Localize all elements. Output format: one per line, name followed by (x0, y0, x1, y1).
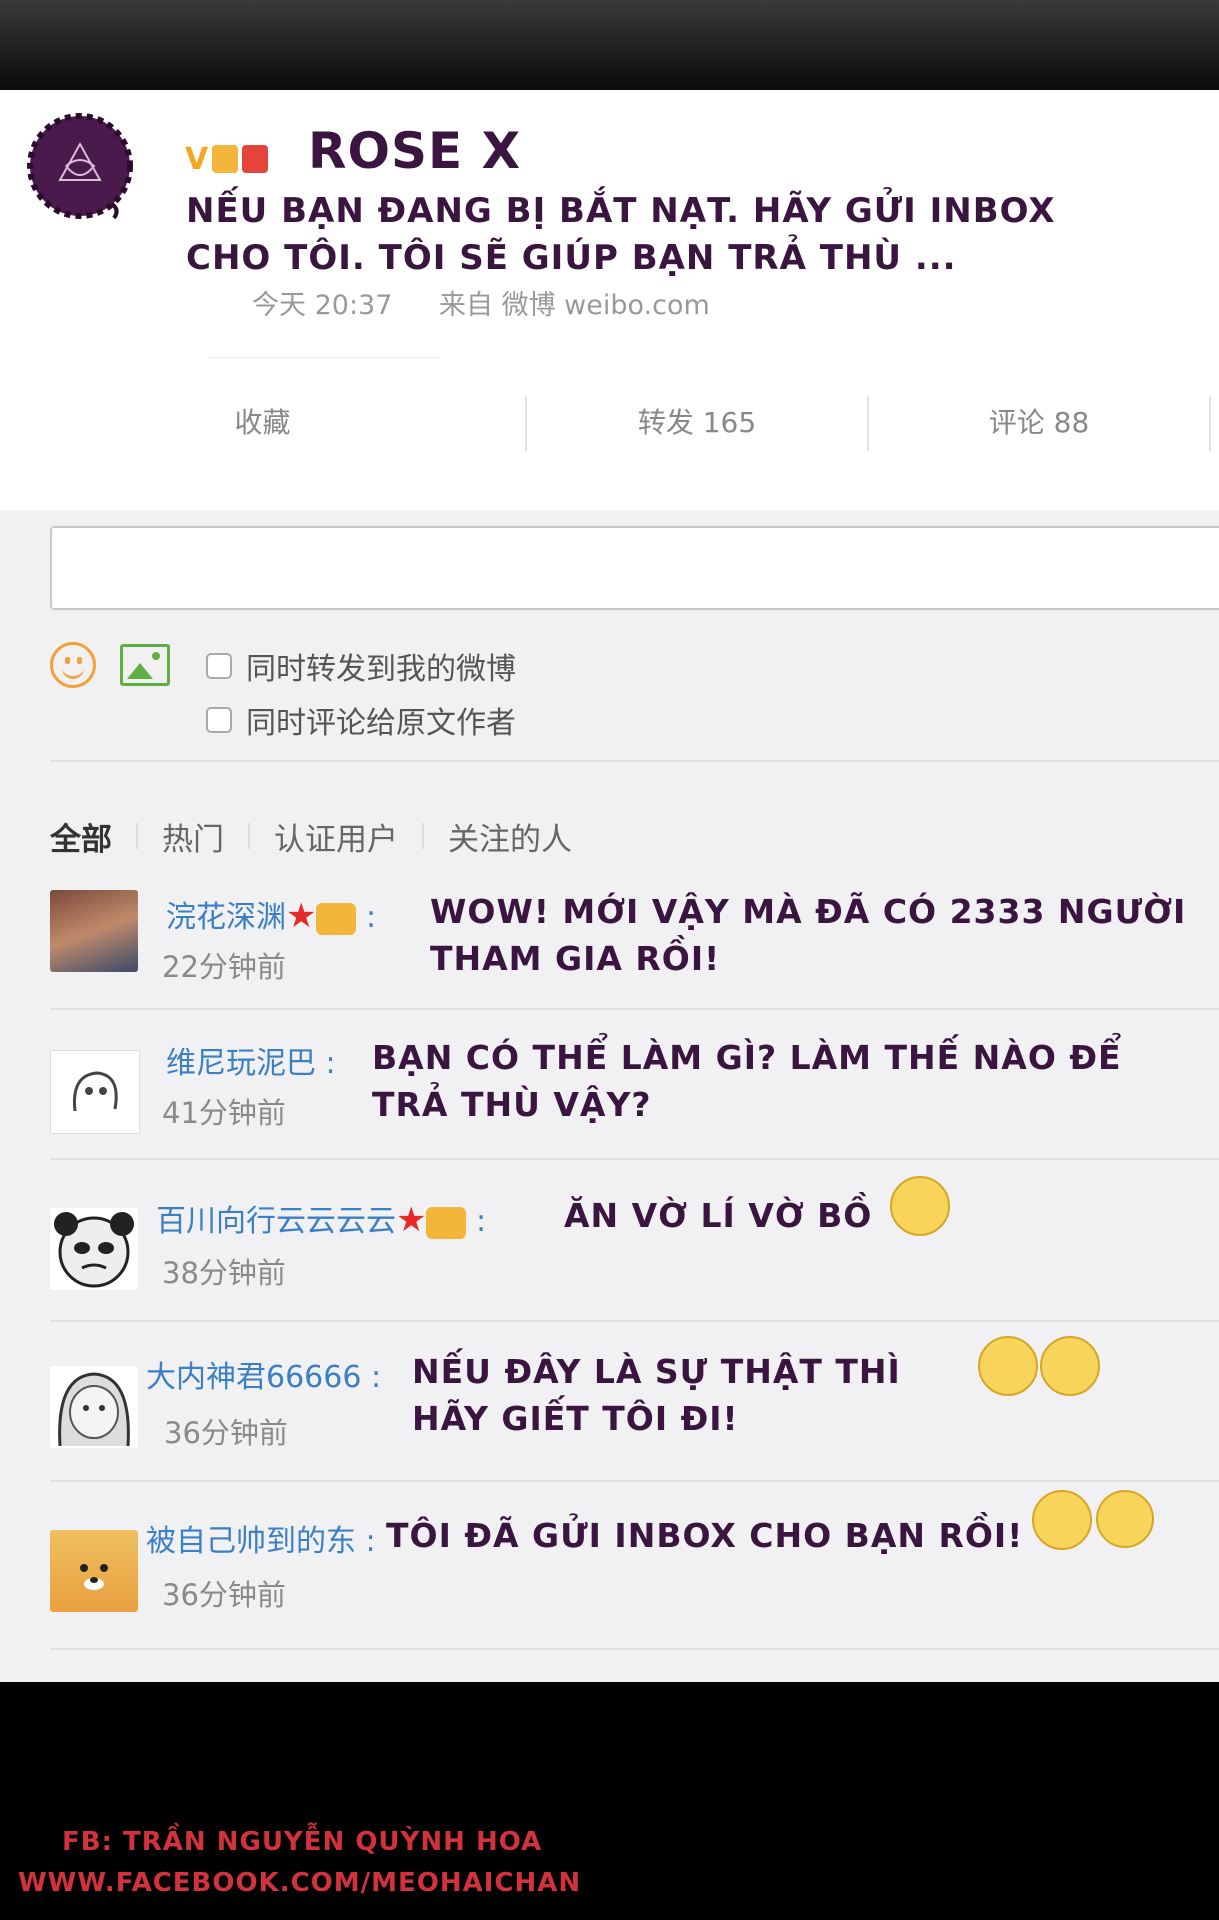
post-time[interactable]: 今天 20:37 (252, 290, 392, 321)
post-source[interactable]: 来自 微博 weibo.com (439, 290, 710, 321)
tab-verified[interactable]: 认证用户 (274, 814, 398, 859)
hooded-face-icon (58, 1372, 130, 1447)
meta-divider (210, 357, 440, 358)
emoji-icon[interactable] (50, 642, 96, 688)
star-icon: ★ (396, 1200, 427, 1240)
tab-divider (422, 823, 424, 849)
comment-time[interactable]: 36分钟前 (162, 1572, 286, 1614)
avatar[interactable] (50, 1208, 138, 1290)
comment-divider (50, 1480, 1219, 1482)
crown-icon (316, 902, 357, 935)
username-text[interactable]: 浣花深渊 (166, 900, 286, 935)
comment-item: 被自己帅到的东 : 36分钟前 TÔI ĐÃ GỬI INBOX CHO BẠN… (0, 1490, 1219, 1672)
comment-text: TÔI ĐÃ GỬI INBOX CHO BẠN RỒI! (386, 1512, 1023, 1559)
repost-checkbox-label: 同时转发到我的微博 (246, 652, 516, 687)
doge-emoji-icon (890, 1176, 950, 1236)
post-text-line1: NẾU BẠN ĐANG BỊ BẮT NẠT. HÃY GỬI INBOX (186, 191, 1056, 231)
comment-text-line1: WOW! MỚI VẬY MÀ ĐÃ CÓ 2333 NGƯỜI (430, 892, 1187, 931)
comment-text-line2: HÃY GIẾT TÔI ĐI! (412, 1399, 739, 1438)
favorite-button[interactable]: 收藏 (0, 388, 525, 458)
angry-emoji-icon (1040, 1336, 1100, 1396)
comment-time[interactable]: 36分钟前 (164, 1410, 288, 1452)
comment-text-line1: NẾU ĐÂY LÀ SỰ THẬT THÌ (412, 1352, 901, 1391)
comment-username[interactable]: 维尼玩泥巴 : (166, 1038, 336, 1082)
comment-text: ĂN VỜ LÍ VỜ BỒ (564, 1192, 872, 1239)
comment-divider (50, 1008, 1219, 1010)
level-crown-icon (212, 145, 239, 173)
comment-text: BẠN CÓ THỂ LÀM GÌ? LÀM THẾ NÀO ĐỂ TRẢ TH… (372, 1034, 1122, 1128)
facebook-url[interactable]: WWW.FACEBOOK.COM/MEOHAICHAN (18, 1868, 581, 1898)
post-actions: 收藏 转发 165 评论 88 (0, 388, 1219, 458)
comment-text-line1: TÔI ĐÃ GỬI INBOX CHO BẠN RỒI! (386, 1516, 1024, 1555)
comment-filter-tabs: 全部 热门 认证用户 关注的人 (50, 814, 572, 859)
top-dark-band (0, 0, 1219, 90)
comment-divider (50, 1648, 1219, 1650)
post-text-line2: CHO TÔI. TÔI SẼ GIÚP BẠN TRẢ THÙ ... (186, 238, 957, 278)
comment-author-checkbox[interactable] (206, 707, 232, 733)
doge-face-icon (80, 1564, 108, 1590)
repost-checkbox-row[interactable]: 同时转发到我的微博 (206, 646, 516, 687)
watermark-footer: FB: TRẦN NGUYỄN QUỲNH HOA WWW.FACEBOOK.C… (0, 1682, 1219, 1920)
facebook-credit: FB: TRẦN NGUYỄN QUỲNH HOA (62, 1827, 543, 1857)
comment-item: 百川向行云云云云★ : 38分钟前 ĂN VỜ LÍ VỜ BỒ (0, 1176, 1219, 1350)
repost-checkbox[interactable] (206, 653, 232, 679)
post-text: NẾU BẠN ĐANG BỊ BẮT NẠT. HÃY GỬI INBOX C… (186, 188, 1086, 282)
username-text[interactable]: 被自己帅到的东 (146, 1524, 356, 1559)
comment-text-line1: ĂN VỜ LÍ VỜ BỒ (564, 1196, 873, 1235)
avatar[interactable] (50, 1366, 138, 1448)
comment-username[interactable]: 大内神君66666 : (146, 1352, 381, 1396)
avatar[interactable] (50, 1530, 138, 1612)
comment-username[interactable]: 浣花深渊★ : (166, 892, 376, 936)
avatar[interactable] (50, 1050, 140, 1134)
comment-author-checkbox-label: 同时评论给原文作者 (246, 706, 516, 741)
angry-emoji-icon (978, 1336, 1038, 1396)
tab-divider (136, 823, 138, 849)
tab-hot[interactable]: 热门 (162, 814, 224, 859)
panda-face-icon (54, 1212, 134, 1288)
comment-text-line2: TRẢ THÙ VẬY? (372, 1085, 652, 1124)
crown-icon (426, 1206, 467, 1239)
comment-time[interactable]: 22分钟前 (162, 944, 286, 986)
comment-button[interactable]: 评论 88 (869, 388, 1209, 458)
sketch-face-icon (72, 1071, 118, 1112)
comment-username[interactable]: 百川向行云云云云★ : (156, 1196, 486, 1240)
comment-divider (50, 1158, 1219, 1160)
post-author[interactable]: ROSE X (308, 122, 521, 180)
section-divider (50, 760, 1219, 762)
image-icon[interactable] (120, 644, 170, 686)
comment-section: 同时转发到我的微博 同时评论给原文作者 全部 热门 认证用户 关注的人 浣花深渊… (0, 510, 1219, 1682)
comment-item: 维尼玩泥巴 : 41分钟前 BẠN CÓ THỂ LÀM GÌ? LÀM THẾ… (0, 1038, 1219, 1198)
tab-divider (248, 823, 250, 849)
smile-emoji-icon (1096, 1490, 1154, 1548)
red-envelope-icon (242, 145, 269, 173)
comment-username[interactable]: 被自己帅到的东 : (146, 1516, 376, 1560)
comment-item: 浣花深渊★ : 22分钟前 WOW! MỚI VẬY MÀ ĐÃ CÓ 2333… (0, 888, 1219, 1048)
avatar[interactable] (50, 890, 138, 972)
user-badges: V (185, 141, 269, 177)
thinking-emoji-icon (1032, 1490, 1092, 1550)
weibo-screenshot-panel: V ROSE X NẾU BẠN ĐANG BỊ BẮT NẠT. HÃY GỬ… (0, 90, 1219, 1682)
action-divider (1209, 396, 1211, 451)
username-text[interactable]: 大内神君66666 (146, 1360, 361, 1395)
comment-input[interactable] (50, 526, 1219, 610)
comment-text-line1: BẠN CÓ THỂ LÀM GÌ? LÀM THẾ NÀO ĐỂ (372, 1038, 1122, 1077)
repost-button[interactable]: 转发 165 (527, 388, 867, 458)
post-meta: 今天 20:37 来自 微博 weibo.com (252, 283, 748, 322)
verified-v-icon: V (185, 141, 209, 177)
post-card: V ROSE X NẾU BẠN ĐANG BỊ BẮT NẠT. HÃY GỬ… (0, 90, 1219, 510)
comment-text: NẾU ĐÂY LÀ SỰ THẬT THÌ HÃY GIẾT TÔI ĐI! (412, 1348, 901, 1442)
username-text[interactable]: 百川向行云云云云 (156, 1204, 396, 1239)
comment-divider (50, 1320, 1219, 1322)
comment-time[interactable]: 41分钟前 (162, 1090, 286, 1132)
comment-time[interactable]: 38分钟前 (162, 1250, 286, 1292)
comment-item: 大内神君66666 : 36分钟前 NẾU ĐÂY LÀ SỰ THẬT THÌ… (0, 1336, 1219, 1512)
comment-author-checkbox-row[interactable]: 同时评论给原文作者 (206, 700, 516, 741)
star-icon: ★ (286, 896, 317, 936)
comment-text-line2: THAM GIA RỒI! (430, 939, 721, 978)
tab-following[interactable]: 关注的人 (448, 814, 572, 859)
tab-all[interactable]: 全部 (50, 814, 112, 859)
rose-avatar[interactable] (22, 108, 140, 226)
comment-text: WOW! MỚI VẬY MÀ ĐÃ CÓ 2333 NGƯỜI THAM GI… (430, 888, 1186, 982)
username-text[interactable]: 维尼玩泥巴 (166, 1046, 316, 1081)
